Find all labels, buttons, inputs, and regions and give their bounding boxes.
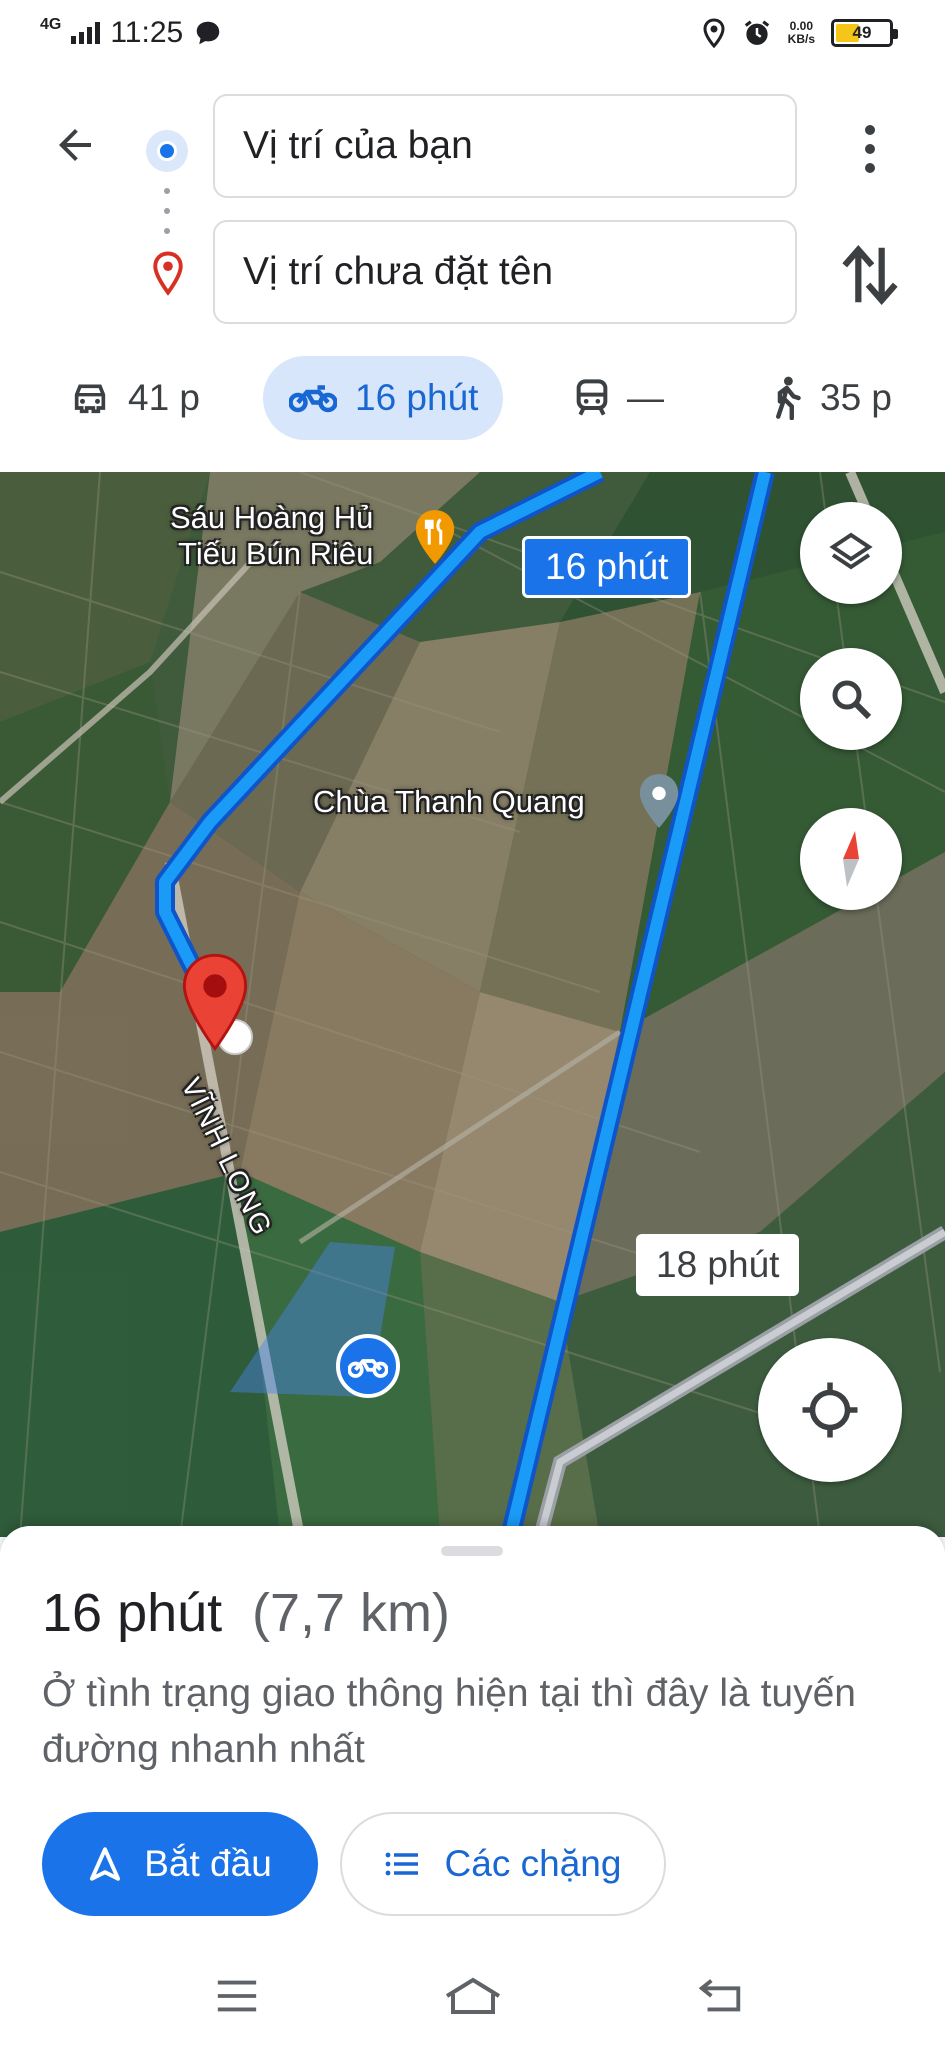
destination-input[interactable]: Vị trí chưa đặt tên <box>213 220 797 324</box>
menu-icon <box>217 1980 257 2012</box>
arrow-left-icon <box>59 129 91 161</box>
swap-icon[interactable] <box>838 240 902 310</box>
compass-button[interactable] <box>800 808 902 910</box>
route-summary-sheet[interactable]: 16 phút (7,7 km) Ở tình trạng giao thông… <box>0 1526 945 2048</box>
back-nav-button[interactable] <box>688 1968 754 2024</box>
layers-icon <box>829 532 873 570</box>
status-left: 4G 11:25 <box>40 16 223 50</box>
destination-marker-icon <box>182 953 248 1052</box>
steps-button-label: Các chặng <box>444 1843 622 1884</box>
list-icon <box>385 1852 418 1876</box>
mode-walk-label: 35 p <box>820 377 893 418</box>
mode-tab-walk[interactable]: 35 p <box>768 356 892 440</box>
more-options-icon[interactable] <box>845 116 895 182</box>
steps-button[interactable]: Các chặng <box>340 1812 666 1916</box>
alarm-icon <box>744 20 769 45</box>
place-pin-icon <box>639 774 679 828</box>
alternate-route-eta-bubble[interactable]: 18 phút <box>636 1234 800 1296</box>
motorbike-icon <box>289 385 337 413</box>
destination-pin-icon <box>153 251 183 296</box>
search-along-route-button[interactable] <box>800 648 902 750</box>
current-location-motorbike-icon <box>336 1334 400 1398</box>
back-button[interactable] <box>40 110 110 180</box>
origin-input[interactable]: Vị trí của bạn <box>213 94 797 198</box>
home-icon <box>445 1977 501 2014</box>
route-eta-bubble[interactable]: 16 phút <box>522 536 692 598</box>
map-label-restaurant[interactable]: Sáu Hoàng Hủ Tiếu Bún Riêu <box>170 500 373 572</box>
system-navigation-bar <box>0 1946 945 2048</box>
mode-transit-label: — <box>627 377 664 418</box>
mode-tab-motorbike[interactable]: 16 phút <box>263 356 503 440</box>
my-location-button[interactable] <box>758 1338 902 1482</box>
origin-text: Vị trí của bạn <box>243 124 473 167</box>
navigation-arrow-icon <box>90 1847 121 1881</box>
home-nav-button[interactable] <box>440 1968 506 2024</box>
back-nav-icon <box>698 1979 741 2012</box>
battery-icon: 49 <box>831 19 898 47</box>
rate-unit: KB/s <box>787 32 815 46</box>
compass-icon <box>843 831 859 887</box>
restaurant-name-line1: Sáu Hoàng Hủ <box>170 500 374 535</box>
restaurant-name-line2: Tiếu Bún Riêu <box>178 536 374 571</box>
car-icon <box>74 384 106 414</box>
mode-motorbike-label: 16 phút <box>355 377 479 418</box>
network-type: 4G <box>40 16 62 33</box>
route-connector <box>164 188 170 234</box>
walk-icon <box>776 376 801 420</box>
route-description: Ở tình trạng giao thông hiện tại thì đây… <box>42 1672 856 1771</box>
restaurant-pin-icon <box>415 510 455 564</box>
search-icon <box>832 680 872 720</box>
mode-tab-transit[interactable]: — <box>575 356 664 440</box>
crosshair-icon <box>802 1382 858 1438</box>
destination-text: Vị trí chưa đặt tên <box>243 250 554 293</box>
status-right: 0.00 KB/s 49 <box>702 18 898 48</box>
mode-car-label: 41 p <box>128 377 201 418</box>
start-button-label: Bắt đầu <box>144 1843 272 1884</box>
route-duration: 16 phút <box>42 1583 223 1643</box>
clock: 11:25 <box>110 16 184 49</box>
map-label-pagoda[interactable]: Chùa Thanh Quang <box>313 784 585 820</box>
map[interactable]: Sáu Hoàng Hủ Tiếu Bún Riêu Chùa Thanh Qu… <box>0 472 945 1537</box>
signal-icon <box>71 22 101 44</box>
location-icon <box>703 18 725 48</box>
data-rate: 0.00 KB/s <box>788 20 815 46</box>
status-bar: 4G 11:25 0.00 KB/s 49 <box>0 0 945 72</box>
start-button[interactable]: Bắt đầu <box>42 1812 318 1916</box>
origin-dot-icon <box>146 130 188 172</box>
transit-icon <box>576 379 608 416</box>
layers-button[interactable] <box>800 502 902 604</box>
chat-bubble-icon <box>196 21 220 45</box>
menu-nav-button[interactable] <box>204 1968 270 2024</box>
route-distance: (7,7 km) <box>252 1583 451 1643</box>
battery-level: 49 <box>852 23 872 42</box>
mode-tab-car[interactable]: 41 p <box>70 356 200 440</box>
drag-handle[interactable] <box>441 1546 503 1556</box>
